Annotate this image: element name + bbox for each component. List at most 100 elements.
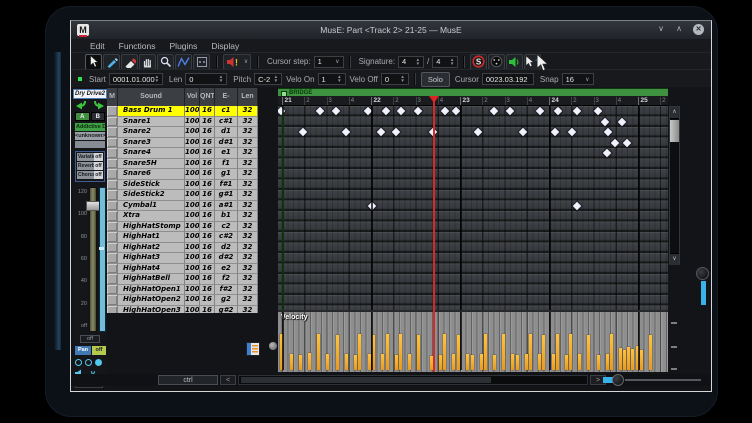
mute-cell[interactable] bbox=[107, 253, 118, 264]
velocity-bar[interactable] bbox=[631, 349, 634, 370]
cell-qnt[interactable]: 16 bbox=[200, 117, 215, 128]
velo-on-field[interactable]: 1 ▲▼ bbox=[318, 73, 346, 85]
cell-vol[interactable]: 100 bbox=[185, 117, 200, 128]
cell-len[interactable]: 32 bbox=[238, 106, 258, 117]
mute-cell[interactable] bbox=[107, 264, 118, 275]
cell-sound[interactable]: HighHat3 bbox=[118, 253, 185, 264]
spin-arrows-icon[interactable]: ▲▼ bbox=[450, 58, 454, 65]
scroll-up-button[interactable]: ∧ bbox=[670, 107, 679, 119]
timeline-ruler[interactable]: 21234222342323424234252 bbox=[278, 96, 668, 106]
cell-vol[interactable]: 100 bbox=[185, 232, 200, 243]
mute-cell[interactable] bbox=[107, 148, 118, 159]
cell-e-note[interactable]: f2 bbox=[215, 274, 238, 285]
cell-len[interactable]: 32 bbox=[238, 285, 258, 296]
drum-row[interactable]: SideStick10016f#132 bbox=[107, 180, 258, 191]
cell-len[interactable]: 32 bbox=[238, 264, 258, 275]
cell-vol[interactable]: 100 bbox=[185, 285, 200, 296]
velocity-bar[interactable] bbox=[443, 334, 446, 370]
midi-plug-icon[interactable] bbox=[488, 54, 505, 70]
cell-sound[interactable]: Snare4 bbox=[118, 148, 185, 159]
cell-len[interactable]: 32 bbox=[238, 201, 258, 212]
velocity-bar[interactable] bbox=[480, 354, 483, 370]
mute-cell[interactable] bbox=[107, 201, 118, 212]
spin-arrows-icon[interactable]: ▲▼ bbox=[416, 58, 420, 65]
velocity-bar[interactable] bbox=[640, 350, 643, 370]
drum-row[interactable]: HighHat310016d#232 bbox=[107, 253, 258, 264]
send-value[interactable]: off bbox=[94, 153, 103, 161]
pitch-field[interactable]: C-2 ▲▼ bbox=[254, 73, 282, 85]
fader-handle[interactable] bbox=[86, 201, 100, 211]
velocity-bar[interactable] bbox=[552, 354, 555, 370]
cell-qnt[interactable]: 16 bbox=[200, 190, 215, 201]
controller-select-icon[interactable] bbox=[246, 342, 260, 356]
velocity-bar[interactable] bbox=[299, 355, 302, 370]
patch-sub-label[interactable] bbox=[75, 141, 105, 148]
cell-vol[interactable]: 100 bbox=[185, 222, 200, 233]
velocity-bar[interactable] bbox=[597, 355, 600, 370]
menu-edit[interactable]: Edit bbox=[83, 41, 112, 51]
vertical-zoom-slider[interactable] bbox=[701, 281, 706, 305]
cell-e-note[interactable]: c1 bbox=[215, 106, 238, 117]
patch-label[interactable]: <unknown> bbox=[75, 132, 105, 140]
cell-vol[interactable]: 100 bbox=[185, 201, 200, 212]
cell-sound[interactable]: HighHat4 bbox=[118, 264, 185, 275]
cell-vol[interactable]: 100 bbox=[185, 127, 200, 138]
drum-row[interactable]: HighHatOpen210016g232 bbox=[107, 295, 258, 306]
cell-qnt[interactable]: 16 bbox=[200, 274, 215, 285]
cell-vol[interactable]: 100 bbox=[185, 211, 200, 222]
drum-row[interactable]: HighHat410016e232 bbox=[107, 264, 258, 275]
title-bar[interactable]: M MusE: Part <Track 2> 21-25 — MusE ∨ ∧ … bbox=[71, 21, 711, 39]
cell-qnt[interactable]: 16 bbox=[200, 232, 215, 243]
signature-denominator-spinbox[interactable]: 4 ▲▼ bbox=[432, 56, 458, 68]
mute-cell[interactable] bbox=[107, 106, 118, 117]
cell-sound[interactable]: Snare3 bbox=[118, 138, 185, 149]
column-header-len[interactable]: Len bbox=[238, 88, 258, 106]
velocity-bar[interactable] bbox=[358, 334, 361, 370]
send-chorus[interactable]: Chorusoff bbox=[77, 171, 103, 179]
cell-sound[interactable]: SideStick bbox=[118, 180, 185, 191]
velocity-bar[interactable] bbox=[516, 355, 519, 370]
cell-qnt[interactable]: 16 bbox=[200, 306, 215, 314]
velocity-bar[interactable] bbox=[317, 334, 320, 370]
velocity-bar[interactable] bbox=[290, 354, 293, 370]
cell-e-note[interactable]: d#2 bbox=[215, 253, 238, 264]
cell-e-note[interactable]: f#2 bbox=[215, 285, 238, 296]
horizontal-scroll-handle[interactable] bbox=[241, 377, 491, 383]
magnifier-tool-button[interactable] bbox=[157, 54, 174, 70]
cell-e-note[interactable]: d2 bbox=[215, 243, 238, 254]
column-header-e-note[interactable]: E-Note bbox=[215, 88, 238, 106]
velocity-bar[interactable] bbox=[565, 355, 568, 370]
cell-e-note[interactable]: g2 bbox=[215, 295, 238, 306]
column-header-vol[interactable]: Vol bbox=[185, 88, 200, 106]
cell-e-note[interactable]: c#1 bbox=[215, 117, 238, 128]
velocity-bar[interactable] bbox=[399, 334, 402, 370]
ctrl-button[interactable]: ctrl bbox=[158, 375, 218, 385]
pan-tool-button[interactable] bbox=[139, 54, 156, 70]
start-field[interactable]: 0001.01.000 ▲▼ bbox=[109, 73, 163, 85]
drum-row[interactable]: HighHat210016d232 bbox=[107, 243, 258, 254]
cell-len[interactable]: 32 bbox=[238, 159, 258, 170]
cell-len[interactable]: 32 bbox=[238, 211, 258, 222]
cell-len[interactable]: 32 bbox=[238, 127, 258, 138]
cell-qnt[interactable]: 16 bbox=[200, 285, 215, 296]
cell-e-note[interactable]: c2 bbox=[215, 222, 238, 233]
velocity-bar[interactable] bbox=[511, 354, 514, 370]
cell-e-note[interactable]: e1 bbox=[215, 148, 238, 159]
paste-mode-tool-button[interactable] bbox=[193, 54, 210, 70]
solo-button[interactable]: Solo bbox=[421, 72, 450, 87]
cell-sound[interactable]: Snare2 bbox=[118, 127, 185, 138]
cell-e-note[interactable]: a#1 bbox=[215, 201, 238, 212]
vertical-zoom-knob[interactable] bbox=[696, 267, 709, 280]
cell-e-note[interactable]: d#1 bbox=[215, 138, 238, 149]
cell-sound[interactable]: HighHatOpen3 bbox=[118, 306, 185, 314]
speaker-icon[interactable] bbox=[506, 54, 523, 70]
velocity-bar[interactable] bbox=[538, 354, 541, 370]
route-in-arrow-icon[interactable] bbox=[75, 100, 87, 111]
drum-row[interactable]: Snare610016g132 bbox=[107, 169, 258, 180]
cursor-step-combo[interactable]: 1 ∨ bbox=[314, 56, 344, 68]
cell-vol[interactable]: 100 bbox=[185, 180, 200, 191]
cell-qnt[interactable]: 16 bbox=[200, 180, 215, 191]
track-name-label[interactable]: Dry Drive2 bbox=[73, 89, 107, 99]
velocity-bar[interactable] bbox=[623, 350, 626, 370]
cell-qnt[interactable]: 16 bbox=[200, 222, 215, 233]
